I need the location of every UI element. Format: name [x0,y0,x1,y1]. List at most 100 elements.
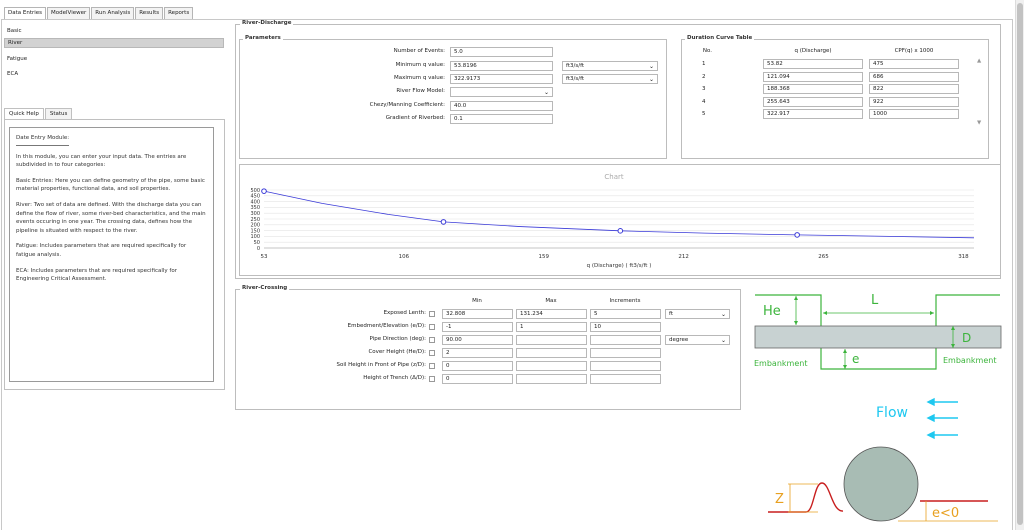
y-tick-label: 200 [250,223,260,229]
tab-run-analysis[interactable]: Run Analysis [91,7,135,19]
quickhelp-tabbar: Quick Help Status [4,108,73,119]
flow-model-select[interactable]: ⌄ [450,87,553,97]
river-crossing-title: River-Crossing [240,285,290,292]
crossing-max-input[interactable] [516,361,587,371]
x-tick-label: 106 [399,254,410,260]
crossing-row-checkbox[interactable] [429,375,435,382]
z-label: Z [775,492,784,507]
events-input[interactable]: 5.0 [450,47,553,57]
col-header-q: q (Discharge) [794,48,832,54]
crossing-row-checkbox[interactable] [429,310,435,317]
table-cell-q[interactable]: 121.094 [763,71,863,82]
crossing-min-input[interactable]: 32.808 [442,309,513,319]
crossing-max-input[interactable]: 1 [516,322,587,332]
tab-quick-help[interactable]: Quick Help [4,108,44,119]
tab-status[interactable]: Status [44,108,73,119]
crossing-inc-input[interactable] [590,374,661,384]
crossing-row-label: Exposed Lenth: [383,310,426,316]
sidebar-item-river[interactable]: River [4,38,224,48]
sidebar-item-fatigue[interactable]: Fatigue [4,53,224,65]
crossing-max-input[interactable]: 131.234 [516,309,587,319]
crossing-inc-input[interactable] [590,335,661,345]
crossing-min-input[interactable]: 0 [442,361,513,371]
crossing-inc-input[interactable] [590,348,661,358]
y-tick-label: 150 [250,228,260,234]
sidebar-item-basic[interactable]: Basic [4,25,224,37]
min-q-unit-value: ft3/s/ft [566,63,585,69]
x-tick-label: 265 [818,254,829,260]
crossing-inc-input[interactable]: 5 [590,309,661,319]
tab-modelviewer[interactable]: ModelViewer [47,7,91,19]
crossing-min-input[interactable]: -1 [442,322,513,332]
crossing-min-input[interactable]: 0 [442,374,513,384]
quickhelp-title: Date Entry Module: [16,134,70,146]
crossing-max-input[interactable] [516,335,587,345]
embankment-right-label: Embankment [943,356,996,365]
crossing-unit-select[interactable]: ft ⌄ [665,309,730,319]
tab-reports[interactable]: Reports [164,7,194,19]
flow-model-label: River Flow Model: [396,88,445,94]
arrow-icon [930,311,934,315]
arrow-icon [823,311,827,315]
arrow-icon [843,365,847,369]
table-scrollbar[interactable]: ▲ ▼ [977,57,984,129]
y-tick-label: 300 [250,211,260,217]
x-tick-label: 159 [539,254,550,260]
min-q-input[interactable]: 53.8196 [450,61,553,71]
chevron-down-icon: ⌄ [648,76,654,83]
crossing-inc-input[interactable]: 10 [590,322,661,332]
max-q-input[interactable]: 322.9173 [450,74,553,84]
max-q-unit-select[interactable]: ft3/s/ft ⌄ [562,74,658,84]
window-scrollbar[interactable] [1015,0,1024,530]
table-cell-no: 4 [702,98,706,105]
crossing-row-label: Height of Trench (Δ/D): [363,375,426,381]
chezy-input[interactable]: 40.0 [450,101,553,111]
table-cell-q[interactable]: 53.82 [763,59,863,69]
data-point [794,232,800,238]
parameters-group [239,39,667,159]
tab-data-entries[interactable]: Data Entries [4,7,47,19]
scrollbar-thumb[interactable] [1017,3,1023,525]
crossing-max-input[interactable] [516,374,587,384]
chevron-down-icon[interactable]: ▼ [977,119,981,127]
table-cell-q[interactable]: 322.917 [763,109,863,119]
data-point [440,219,447,225]
table-cell-cpf[interactable]: 1000 [869,109,959,119]
e-label: e [852,352,859,366]
table-cell-cpf[interactable]: 686 [869,71,959,82]
col-header-increments: Increments [609,298,641,304]
crossing-inc-input[interactable] [590,361,661,371]
table-cell-cpf[interactable]: 475 [869,59,959,69]
arrow-icon [794,321,798,325]
col-header-min: Min [472,298,482,304]
max-q-unit-value: ft3/s/ft [566,76,585,82]
crossing-min-input[interactable]: 2 [442,348,513,358]
table-cell-q[interactable]: 188.368 [763,84,863,94]
gradient-input[interactable]: 0.1 [450,114,553,124]
min-q-unit-select[interactable]: ft3/s/ft ⌄ [562,61,658,71]
crossing-row-checkbox[interactable] [429,362,435,369]
crossing-row-checkbox[interactable] [429,336,435,343]
crossing-row-label: Embedment/Elevation (e/D): [347,323,426,329]
table-cell-cpf[interactable]: 822 [869,84,959,94]
sidebar-item-eca[interactable]: ECA [4,68,224,80]
crossing-min-input[interactable]: 90.00 [442,335,513,345]
duration-table-title: Duration Curve Table [685,35,755,42]
crossing-row-checkbox[interactable] [429,349,435,356]
quickhelp-paragraph: ECA: Includes parameters that are requir… [16,267,177,283]
y-tick-label: 250 [250,217,260,223]
chezy-label: Chezy/Manning Coefficient: [369,102,445,108]
crossing-row-checkbox[interactable] [429,323,435,330]
river-discharge-title: River-Discharge [240,20,294,27]
crossing-row-label: Soil Height in Front of Pipe (z/D): [336,362,426,368]
crossing-unit-select[interactable]: degree ⌄ [665,335,730,345]
main-tabbar: Data Entries ModelViewer Run Analysis Resul… [4,7,194,19]
chevron-down-icon: ⌄ [720,337,726,344]
chevron-up-icon[interactable]: ▲ [977,57,981,65]
y-tick-label: 100 [250,234,260,240]
data-point [261,188,267,194]
tab-results[interactable]: Results [135,7,164,19]
crossing-max-input[interactable] [516,348,587,358]
table-cell-cpf[interactable]: 922 [869,96,959,107]
table-cell-q[interactable]: 255.643 [763,96,863,107]
